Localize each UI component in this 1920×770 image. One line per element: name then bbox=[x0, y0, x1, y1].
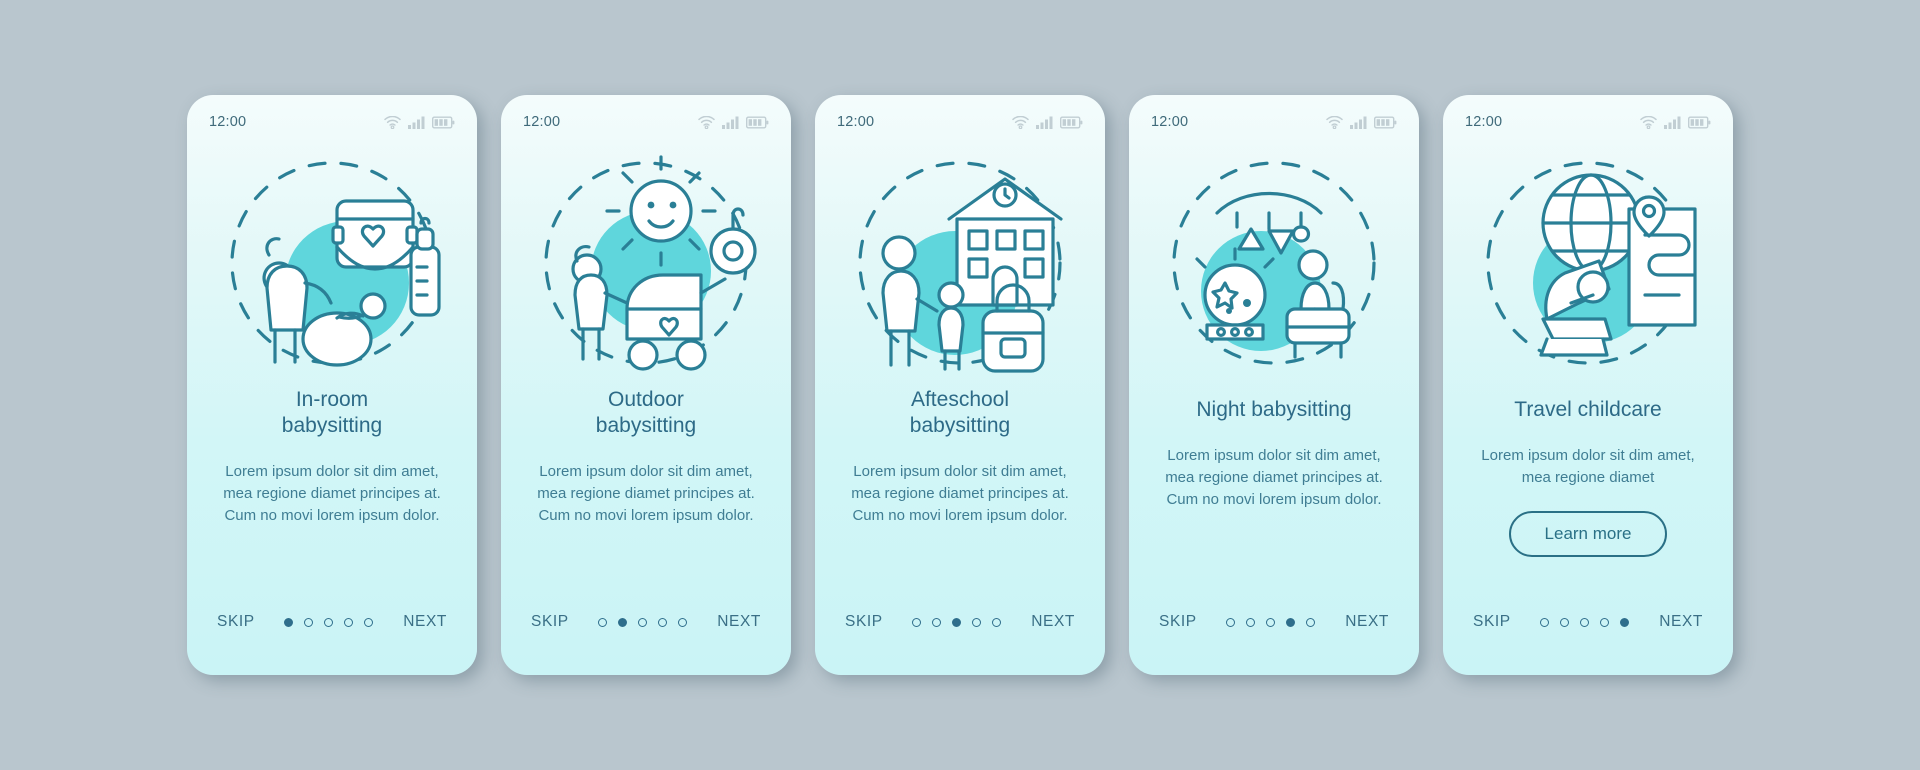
globe-car-seat-map-location-icon bbox=[1443, 143, 1733, 383]
screen-title: Travel childcare bbox=[1514, 398, 1662, 421]
phone-mockup-in-room-babysitting: 12:00 In-room babysitting Lorem ipsum do… bbox=[187, 95, 477, 675]
wifi-icon bbox=[1012, 115, 1029, 129]
status-bar-icons bbox=[1012, 115, 1083, 129]
pagination-dot[interactable] bbox=[1226, 617, 1236, 627]
wifi-icon bbox=[698, 115, 715, 129]
status-bar-clock: 12:00 bbox=[837, 114, 875, 130]
pagination-dot[interactable] bbox=[932, 617, 942, 627]
onboarding-screens-row: 12:00 In-room babysitting Lorem ipsum do… bbox=[0, 0, 1920, 770]
skip-button[interactable]: SKIP bbox=[1473, 613, 1511, 631]
screen-description: Lorem ipsum dolor sit dim amet, mea regi… bbox=[1165, 447, 1383, 508]
screen-title: Afteschool babysitting bbox=[909, 388, 1011, 437]
pagination-dot-active[interactable] bbox=[284, 617, 294, 627]
pagination-dot[interactable] bbox=[1560, 617, 1570, 627]
status-bar-icons bbox=[1640, 115, 1711, 129]
status-bar-icons bbox=[384, 115, 455, 129]
status-bar: 12:00 bbox=[187, 95, 477, 139]
status-bar-clock: 12:00 bbox=[1465, 114, 1503, 130]
pagination-dot[interactable] bbox=[1246, 617, 1256, 627]
battery-icon bbox=[1060, 116, 1083, 129]
pagination-dot[interactable] bbox=[992, 617, 1002, 627]
skip-button[interactable]: SKIP bbox=[531, 613, 569, 631]
pagination-dots bbox=[1226, 617, 1316, 627]
cellular-signal-icon bbox=[408, 116, 425, 129]
battery-icon bbox=[1374, 116, 1397, 129]
pagination-dot[interactable] bbox=[1540, 617, 1550, 627]
onboarding-nav: SKIP NEXT bbox=[1443, 613, 1733, 675]
pagination-dot-active[interactable] bbox=[1286, 617, 1296, 627]
screen-description: Lorem ipsum dolor sit dim amet, mea regi… bbox=[537, 463, 755, 524]
cellular-signal-icon bbox=[1664, 116, 1681, 129]
pagination-dot[interactable] bbox=[912, 617, 922, 627]
phone-mockup-travel-childcare: 12:00 Travel childcare Lorem ipsum dolor… bbox=[1443, 95, 1733, 675]
pagination-dots bbox=[1540, 617, 1630, 627]
onboarding-nav: SKIP NEXT bbox=[815, 613, 1105, 675]
pagination-dot[interactable] bbox=[364, 617, 374, 627]
screen-title: Outdoor babysitting bbox=[595, 388, 697, 437]
status-bar: 12:00 bbox=[1443, 95, 1733, 139]
pagination-dot[interactable] bbox=[344, 617, 354, 627]
pagination-dot[interactable] bbox=[678, 617, 688, 627]
status-bar: 12:00 bbox=[815, 95, 1105, 139]
skip-button[interactable]: SKIP bbox=[1159, 613, 1197, 631]
next-button[interactable]: NEXT bbox=[717, 613, 761, 631]
status-bar-icons bbox=[698, 115, 769, 129]
screen-description: Lorem ipsum dolor sit dim amet, mea regi… bbox=[223, 463, 441, 524]
pagination-dot[interactable] bbox=[1306, 617, 1316, 627]
phone-mockup-afteschool-babysitting: 12:00 Afteschool babysitting Lorem ipsum… bbox=[815, 95, 1105, 675]
skip-button[interactable]: SKIP bbox=[217, 613, 255, 631]
wifi-icon bbox=[384, 115, 401, 129]
wifi-icon bbox=[1326, 115, 1343, 129]
onboarding-nav: SKIP NEXT bbox=[187, 613, 477, 675]
next-button[interactable]: NEXT bbox=[403, 613, 447, 631]
pagination-dot[interactable] bbox=[972, 617, 982, 627]
nanny-stroller-sun-pacifier-icon bbox=[501, 143, 791, 383]
wifi-icon bbox=[1640, 115, 1657, 129]
next-button[interactable]: NEXT bbox=[1659, 613, 1703, 631]
pagination-dot-active[interactable] bbox=[1620, 617, 1630, 627]
pagination-dot-active[interactable] bbox=[618, 617, 628, 627]
pagination-dots bbox=[284, 617, 374, 627]
screen-title: In-room babysitting bbox=[281, 388, 383, 437]
phone-mockup-night-babysitting: 12:00 Night babysitting Lorem ipsum dolo… bbox=[1129, 95, 1419, 675]
phone-mockup-outdoor-babysitting: 12:00 Outdoor babysitting Lorem ipsum do… bbox=[501, 95, 791, 675]
pagination-dot[interactable] bbox=[1580, 617, 1590, 627]
cellular-signal-icon bbox=[1036, 116, 1053, 129]
pagination-dot[interactable] bbox=[598, 617, 608, 627]
screen-description: Lorem ipsum dolor sit dim amet, mea regi… bbox=[851, 463, 1069, 524]
next-button[interactable]: NEXT bbox=[1345, 613, 1389, 631]
pagination-dot[interactable] bbox=[304, 617, 314, 627]
nanny-child-school-backpack-icon bbox=[815, 143, 1105, 383]
pagination-dots bbox=[598, 617, 688, 627]
battery-icon bbox=[1688, 116, 1711, 129]
screen-description: Lorem ipsum dolor sit dim amet, mea regi… bbox=[1481, 447, 1695, 486]
night-lamp-mobile-stars-nanny-armchair-icon bbox=[1129, 143, 1419, 383]
screen-title: Night babysitting bbox=[1196, 398, 1352, 421]
learn-more-button[interactable]: Learn more bbox=[1508, 511, 1668, 557]
pagination-dot[interactable] bbox=[324, 617, 334, 627]
onboarding-nav: SKIP NEXT bbox=[501, 613, 791, 675]
pagination-dots bbox=[912, 617, 1002, 627]
pagination-dot-active[interactable] bbox=[952, 617, 962, 627]
status-bar-icons bbox=[1326, 115, 1397, 129]
pagination-dot[interactable] bbox=[658, 617, 668, 627]
nanny-changing-baby-diaper-bottle-icon bbox=[187, 143, 477, 383]
skip-button[interactable]: SKIP bbox=[845, 613, 883, 631]
pagination-dot[interactable] bbox=[1266, 617, 1276, 627]
battery-icon bbox=[432, 116, 455, 129]
next-button[interactable]: NEXT bbox=[1031, 613, 1075, 631]
status-bar-clock: 12:00 bbox=[1151, 114, 1189, 130]
cellular-signal-icon bbox=[1350, 116, 1367, 129]
status-bar-clock: 12:00 bbox=[523, 114, 561, 130]
onboarding-nav: SKIP NEXT bbox=[1129, 613, 1419, 675]
status-bar: 12:00 bbox=[1129, 95, 1419, 139]
status-bar-clock: 12:00 bbox=[209, 114, 247, 130]
battery-icon bbox=[746, 116, 769, 129]
pagination-dot[interactable] bbox=[1600, 617, 1610, 627]
status-bar: 12:00 bbox=[501, 95, 791, 139]
cellular-signal-icon bbox=[722, 116, 739, 129]
pagination-dot[interactable] bbox=[638, 617, 648, 627]
